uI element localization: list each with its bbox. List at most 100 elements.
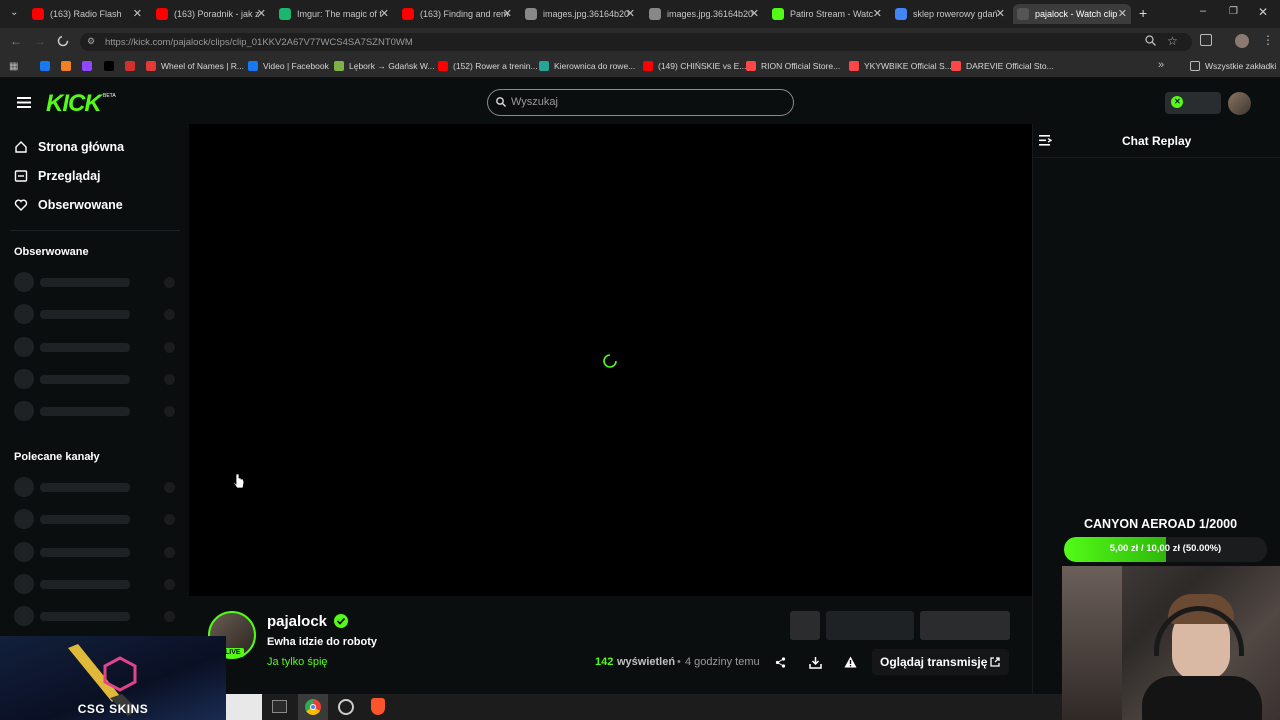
back-arrow-icon[interactable]: ← — [10, 34, 22, 48]
browser-tab[interactable]: Patiro Stream - Watc ✕ — [768, 4, 886, 24]
bookmark-item[interactable] — [40, 61, 55, 71]
browser-tab[interactable]: (163) Poradnik - jak z ✕ — [152, 4, 270, 24]
tab-close-icon[interactable]: ✕ — [257, 7, 266, 20]
channel-name[interactable]: pajalock — [267, 613, 327, 630]
share-icon[interactable] — [775, 657, 786, 668]
bookmark-item[interactable]: Kierownica do rowe... — [539, 61, 635, 71]
bookmark-item[interactable] — [125, 61, 140, 71]
bookmark-item[interactable] — [82, 61, 97, 71]
tab-close-icon[interactable]: ✕ — [626, 7, 635, 20]
extensions-icon[interactable] — [1200, 34, 1212, 46]
kick-logo[interactable]: KICK — [46, 90, 102, 118]
tab-close-icon[interactable]: ✕ — [133, 7, 142, 20]
bookmark-item[interactable]: Wheel of Names | R... — [146, 61, 244, 71]
sidebar-item-following[interactable]: Obserwowane — [14, 198, 123, 212]
report-warning-icon[interactable] — [844, 656, 857, 668]
download-icon[interactable] — [809, 656, 822, 669]
following-skeleton-row — [14, 401, 176, 421]
browser-tab[interactable]: images.jpg.36164b20 ✕ — [645, 4, 763, 24]
tab-close-icon[interactable]: ✕ — [750, 7, 759, 20]
bookmark-item[interactable]: Video | Facebook — [248, 61, 329, 71]
loading-spinner-icon — [57, 35, 69, 47]
terminal-icon[interactable] — [272, 700, 287, 713]
tab-title: sklep rowerowy gdań — [913, 9, 998, 19]
profile-avatar-icon[interactable] — [1235, 34, 1249, 48]
hamburger-menu-icon[interactable] — [17, 97, 31, 108]
skeleton-shape — [40, 612, 130, 621]
bookmark-favicon-icon — [146, 61, 156, 71]
browser-menu-icon[interactable]: ⋮ — [1262, 33, 1274, 47]
url-text[interactable]: https://kick.com/pajalock/clips/clip_01K… — [105, 37, 413, 48]
sidebar-item-label: Przeglądaj — [38, 169, 101, 183]
taskbar-blank-app[interactable] — [226, 694, 262, 720]
bookmark-star-icon[interactable]: ☆ — [1167, 34, 1178, 48]
bookmark-label: Video | Facebook — [263, 61, 329, 71]
restore-icon[interactable]: ❐ — [1229, 6, 1238, 17]
recommended-skeleton-row — [14, 606, 176, 626]
chat-divider — [1032, 157, 1280, 158]
browser-tab[interactable]: sklep rowerowy gdań ✕ — [891, 4, 1009, 24]
bookmark-item[interactable] — [104, 61, 119, 71]
kick-coin-glyph: ✕ — [1174, 97, 1181, 106]
bookmark-item[interactable]: (152) Rower a trenin... — [438, 61, 538, 71]
skeleton-shape — [14, 542, 34, 562]
bookmark-item[interactable]: YKYWBIKE Official S... — [849, 61, 952, 71]
heart-icon — [14, 199, 28, 211]
window-close-icon[interactable]: ✕ — [1258, 5, 1268, 19]
bookmark-label: (152) Rower a trenin... — [453, 61, 538, 71]
sidebar-divider — [10, 230, 180, 231]
all-bookmarks-button[interactable]: Wszystkie zakładki — [1190, 61, 1276, 71]
browse-icon — [14, 170, 28, 182]
skeleton-shape — [164, 374, 175, 385]
dot-separator: • — [677, 656, 681, 668]
watch-stream-label: Oglądaj transmisję — [880, 655, 988, 669]
browser-tab[interactable]: images.jpg.36164b20 ✕ — [521, 4, 639, 24]
clip-category[interactable]: Ja tylko śpię — [267, 656, 328, 668]
browser-tab-strip: ⌄ (163) Radio Flash ✕ (163) Poradnik - jak… — [0, 0, 1280, 28]
bookmark-item[interactable]: Lębork → Gdańsk W... — [334, 61, 435, 71]
sidebar-item-browse[interactable]: Przeglądaj — [14, 169, 101, 183]
bookmark-item[interactable]: (149) CHIŃSKIE vs E... — [643, 61, 746, 71]
tab-title: (163) Poradnik - jak z — [174, 9, 260, 19]
views-label: wyświetleń — [617, 656, 676, 668]
mouse-cursor-icon — [233, 473, 245, 489]
following-skeleton-row — [14, 272, 176, 292]
skeleton-shape — [164, 611, 175, 622]
user-avatar[interactable] — [1228, 92, 1251, 115]
new-tab-button[interactable]: + — [1139, 5, 1147, 21]
sidebar-item-home[interactable]: Strona główna — [14, 140, 124, 154]
skeleton-shape — [14, 272, 34, 292]
folder-icon — [1190, 61, 1200, 71]
tab-close-icon[interactable]: ✕ — [1118, 7, 1127, 20]
tab-close-icon[interactable]: ✕ — [380, 7, 389, 20]
minimize-icon[interactable]: – — [1200, 5, 1206, 17]
tab-favicon-icon — [279, 8, 291, 20]
bookmark-favicon-icon — [248, 61, 258, 71]
browser-tab[interactable]: Imgur: The magic of t ✕ — [275, 4, 393, 24]
sidebar-item-label: Strona główna — [38, 140, 125, 154]
more-bookmarks-icon[interactable]: » — [1158, 59, 1164, 71]
tab-close-icon[interactable]: ✕ — [873, 7, 882, 20]
bookmark-item[interactable]: RION Official Store... — [746, 61, 840, 71]
recommended-skeleton-row — [14, 477, 176, 497]
browser-tab[interactable]: (163) Radio Flash ✕ — [28, 4, 146, 24]
brave-icon[interactable] — [371, 698, 385, 715]
bookmark-label: YKYWBIKE Official S... — [864, 61, 952, 71]
apps-grid-icon[interactable]: ▦ — [9, 61, 18, 72]
action-placeholder — [790, 611, 820, 640]
site-info-icon[interactable]: ⚙ — [87, 36, 95, 47]
browser-tab[interactable]: pajalock - Watch clip ✕ — [1013, 4, 1131, 24]
bookmark-item[interactable]: DAREVIE Official Sto... — [951, 61, 1054, 71]
browser-tab[interactable]: (163) Finding and rem ✕ — [398, 4, 516, 24]
zoom-icon[interactable] — [1145, 35, 1156, 46]
bookmark-label: (149) CHIŃSKIE vs E... — [658, 61, 747, 71]
action-placeholder — [920, 611, 1010, 640]
skeleton-shape — [40, 343, 130, 352]
bookmark-item[interactable] — [61, 61, 76, 71]
tab-close-icon[interactable]: ✕ — [503, 7, 512, 20]
tab-close-icon[interactable]: ✕ — [996, 7, 1005, 20]
obs-icon[interactable] — [338, 699, 354, 715]
forward-arrow-icon[interactable]: → — [34, 34, 46, 48]
tab-search-chevron-icon[interactable]: ⌄ — [10, 7, 18, 18]
collapse-chat-icon[interactable] — [1039, 135, 1052, 146]
